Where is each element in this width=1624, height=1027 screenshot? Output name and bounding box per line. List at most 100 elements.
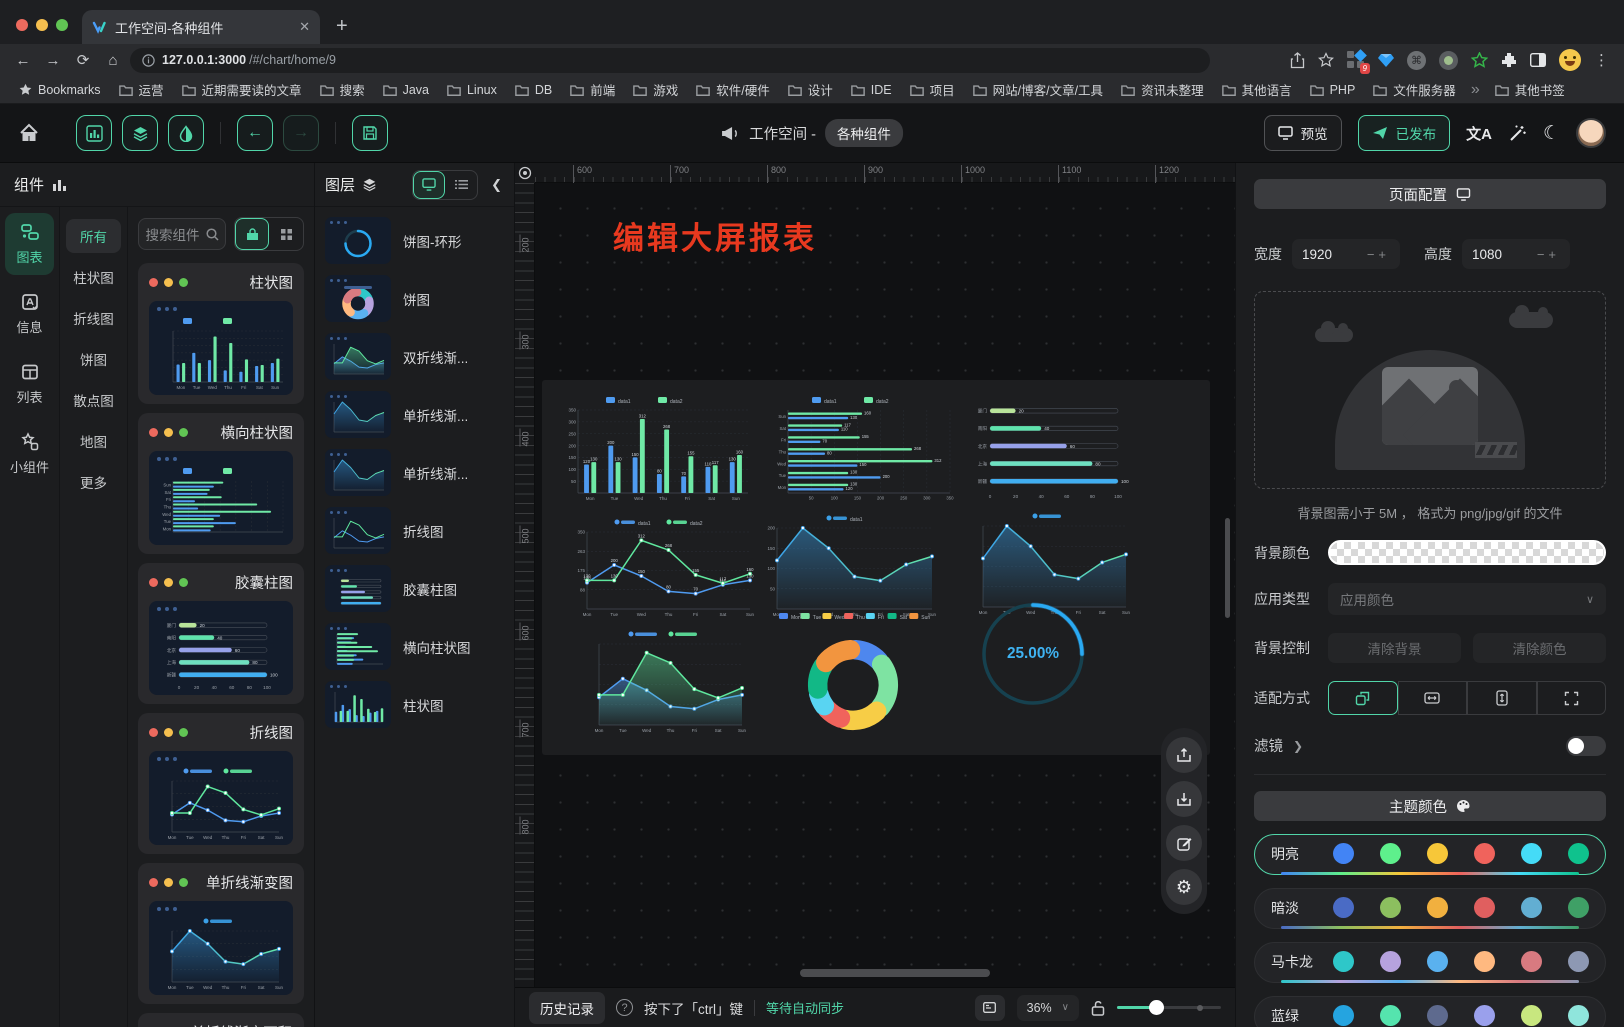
- category-item[interactable]: 散点图: [66, 383, 121, 417]
- width-input[interactable]: 1920−+: [1292, 239, 1400, 269]
- search-input[interactable]: 搜索组件: [138, 218, 226, 250]
- site-info-icon[interactable]: [142, 54, 155, 67]
- bookmark-item[interactable]: 前端: [563, 77, 622, 102]
- theme-color-dot[interactable]: [1333, 897, 1354, 918]
- theme-color-dot[interactable]: [1427, 897, 1448, 918]
- undo-button[interactable]: ←: [237, 115, 273, 151]
- align-panel-button[interactable]: [975, 995, 1005, 1021]
- theme-color-dot[interactable]: [1333, 1005, 1354, 1026]
- bookmark-item[interactable]: 运营: [112, 77, 171, 102]
- dashboard-widget-line-dual[interactable]: data1data2881752633501202001508070110130…: [570, 512, 758, 620]
- dashboard-widget-area-dual[interactable]: MonTueWedThuFriSatSun: [582, 624, 750, 736]
- height-stepper[interactable]: −+: [1537, 247, 1560, 262]
- dashboard-panel[interactable]: data1data2501001502002503003501202001508…: [542, 380, 1210, 755]
- bookmark-item[interactable]: 网站/博客/文章/工具: [966, 77, 1110, 102]
- sidebar-toggle-icon[interactable]: [1530, 53, 1546, 67]
- theme-color-dot[interactable]: [1521, 951, 1542, 972]
- dashboard-widget-gauge[interactable]: 25.00%: [974, 598, 1092, 710]
- browser-tab[interactable]: 工作空间-各种组件 ✕: [82, 10, 320, 44]
- theme-color-dot[interactable]: [1474, 843, 1495, 864]
- bookmark-item[interactable]: 软件/硬件: [689, 77, 776, 102]
- category-item[interactable]: 地图: [66, 424, 121, 458]
- bookmarks-overflow-icon[interactable]: »: [1467, 81, 1484, 99]
- theme-color-dot[interactable]: [1521, 897, 1542, 918]
- theme-color-dot[interactable]: [1427, 1005, 1448, 1026]
- bookmark-item[interactable]: 近期需要读的文章: [175, 77, 309, 102]
- theme-color-dot[interactable]: [1521, 1005, 1542, 1026]
- chevron-right-icon[interactable]: ❯: [1293, 739, 1303, 753]
- theme-color-dot[interactable]: [1380, 951, 1401, 972]
- bookmark-item[interactable]: Linux: [440, 80, 504, 100]
- horizontal-scrollbar[interactable]: [800, 969, 990, 977]
- fit-width-button[interactable]: [1398, 681, 1468, 715]
- theme-color-dot[interactable]: [1474, 951, 1495, 972]
- component-card[interactable]: 单折线渐变面积图MonTueWedThuFriSatSun: [138, 1013, 304, 1027]
- sidebar-item-widgets[interactable]: 小组件: [5, 423, 54, 485]
- save-button[interactable]: [352, 115, 388, 151]
- tab-close-icon[interactable]: ✕: [299, 19, 310, 35]
- grid-view-button[interactable]: [269, 218, 303, 250]
- theme-color-dot[interactable]: [1568, 843, 1589, 864]
- theme-color-dot[interactable]: [1474, 897, 1495, 918]
- component-card[interactable]: 横向柱状图MonTueWedThuFriSatSun: [138, 413, 304, 554]
- dashboard-widget-donut[interactable]: MonTueWedThuFriSatSun: [772, 606, 934, 740]
- component-card[interactable]: 柱状图MonTueWedThuFriSatSun: [138, 263, 304, 404]
- command-extension-icon[interactable]: ⌘: [1407, 51, 1426, 70]
- workspace-name-pill[interactable]: 各种组件: [825, 119, 903, 147]
- component-card[interactable]: 胶囊柱图厦门20南阳40北京60上海80新疆100020406080100: [138, 563, 304, 704]
- preview-button[interactable]: 预览: [1264, 115, 1342, 151]
- app-home-icon[interactable]: [18, 122, 40, 144]
- theme-row-暗淡[interactable]: 暗淡: [1254, 888, 1606, 929]
- theme-color-dot[interactable]: [1333, 951, 1354, 972]
- dot-extension-icon[interactable]: [1439, 51, 1458, 70]
- category-item[interactable]: 饼图: [66, 342, 121, 376]
- layer-item[interactable]: 胶囊柱图: [325, 565, 504, 612]
- bookmark-item[interactable]: PHP: [1303, 80, 1363, 100]
- profile-avatar[interactable]: [1559, 49, 1581, 71]
- layer-item[interactable]: 单折线渐...: [325, 391, 504, 438]
- fit-stretch-button[interactable]: [1537, 681, 1607, 715]
- clear-background-button[interactable]: 清除背景: [1328, 633, 1461, 663]
- browser-menu-icon[interactable]: ⋮: [1594, 51, 1606, 69]
- component-card[interactable]: 折线图MonTueWedThuFriSatSun: [138, 713, 304, 854]
- theme-color-dot[interactable]: [1380, 843, 1401, 864]
- sidebar-item-list[interactable]: 列表: [5, 353, 54, 415]
- category-item[interactable]: 所有: [66, 219, 121, 253]
- fit-scale-button[interactable]: [1328, 681, 1398, 715]
- redo-button[interactable]: →: [283, 115, 319, 151]
- bg-color-swatch[interactable]: [1328, 540, 1606, 565]
- theme-color-dot[interactable]: [1427, 843, 1448, 864]
- theme-color-dot[interactable]: [1568, 897, 1589, 918]
- share-icon[interactable]: [1290, 52, 1305, 69]
- layer-item[interactable]: 横向柱状图: [325, 623, 504, 670]
- theme-color-dot[interactable]: [1474, 1005, 1495, 1026]
- history-button[interactable]: 历史记录: [529, 992, 605, 1024]
- component-card[interactable]: 单折线渐变图MonTueWedThuFriSatSun: [138, 863, 304, 1004]
- theme-color-dot[interactable]: [1380, 1005, 1401, 1026]
- bookmark-item[interactable]: 项目: [903, 77, 962, 102]
- help-icon[interactable]: ?: [616, 999, 633, 1016]
- zoom-select[interactable]: 36%∨: [1017, 995, 1079, 1021]
- canvas-title-text[interactable]: 编辑大屏报表: [613, 213, 817, 258]
- lock-icon[interactable]: [1091, 1000, 1105, 1016]
- edit-button[interactable]: [1166, 825, 1202, 861]
- dashboard-widget-hbar-grouped[interactable]: data1data2501001502002503003501202001508…: [770, 390, 954, 504]
- category-item[interactable]: 柱状图: [66, 260, 121, 294]
- bookmark-item[interactable]: 资讯未整理: [1114, 77, 1211, 102]
- layer-item[interactable]: 饼图: [325, 275, 504, 322]
- layer-item[interactable]: 双折线渐...: [325, 333, 504, 380]
- settings-button[interactable]: ⚙: [1166, 869, 1202, 905]
- theme-color-dot[interactable]: [1568, 1005, 1589, 1026]
- bookmark-item[interactable]: 文件服务器: [1366, 77, 1463, 102]
- bookmarks-label[interactable]: Bookmarks: [12, 80, 108, 100]
- clear-color-button[interactable]: 清除颜色: [1473, 633, 1606, 663]
- maximize-window-button[interactable]: [56, 19, 68, 31]
- fit-height-button[interactable]: [1467, 681, 1537, 715]
- layer-item[interactable]: 饼图-环形: [325, 217, 504, 264]
- background-upload-area[interactable]: [1254, 291, 1606, 489]
- dashboard-widget-bar-grouped[interactable]: data1data2501001502002503003501202001508…: [560, 390, 752, 504]
- filter-toggle[interactable]: [1566, 736, 1606, 756]
- dashboard-widget-line-single[interactable]: data150100150200MonTueWedThuFriSatSun: [760, 508, 940, 620]
- close-window-button[interactable]: [16, 19, 28, 31]
- width-stepper[interactable]: −+: [1367, 247, 1390, 262]
